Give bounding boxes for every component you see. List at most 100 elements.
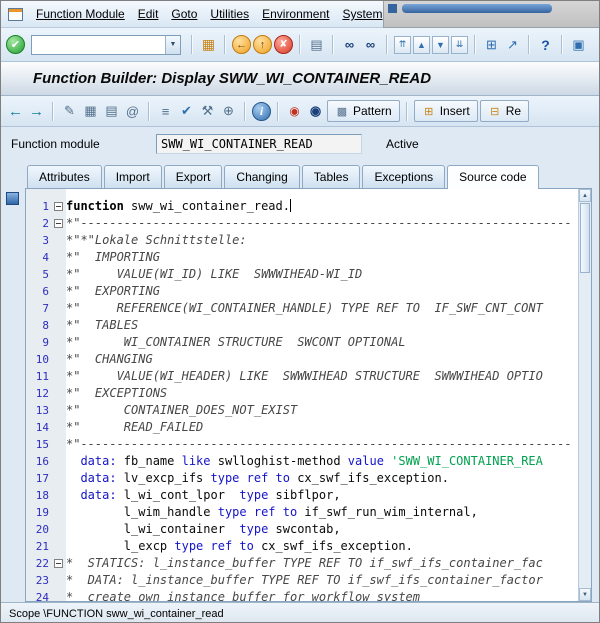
enter-icon[interactable]: ✔ — [6, 35, 25, 54]
breakpoint-icon[interactable]: ◉ — [285, 102, 304, 121]
code-line-3[interactable]: 3*"*"Lokale Schnittstelle: — [26, 232, 578, 249]
code-text: *" VALUE(WI_HEADER) LIKE SWWWIHEAD STRUC… — [66, 368, 578, 385]
fold-gutter — [52, 572, 66, 589]
code-line-11[interactable]: 11*" VALUE(WI_HEADER) LIKE SWWWIHEAD STR… — [26, 368, 578, 385]
replace-button[interactable]: ⊟Re — [480, 100, 529, 122]
code-line-21[interactable]: 21 l_excp type ref to cx_swf_ifs_excepti… — [26, 538, 578, 555]
code-line-18[interactable]: 18 data: l_wi_cont_lpor type sibflpor, — [26, 487, 578, 504]
tab-import[interactable]: Import — [104, 165, 162, 188]
last-page-icon[interactable]: ⇊ — [451, 36, 468, 54]
scroll-up-icon[interactable] — [579, 189, 591, 202]
code-line-20[interactable]: 20 l_wi_container type swcontab, — [26, 521, 578, 538]
display-change-icon[interactable]: ✎ — [60, 102, 79, 121]
code-line-4[interactable]: 4*" IMPORTING — [26, 249, 578, 266]
code-line-22[interactable]: 22* STATICS: l_instance_buffer TYPE REF … — [26, 555, 578, 572]
print-icon[interactable]: ▤ — [307, 35, 326, 54]
tab-exceptions[interactable]: Exceptions — [362, 165, 445, 188]
info-icon[interactable]: i — [252, 102, 271, 121]
shortcut-icon[interactable]: ↗ — [503, 35, 522, 54]
code-line-15[interactable]: 15*"------------------------------------… — [26, 436, 578, 453]
code-area[interactable]: 1function sww_wi_container_read.2*"-----… — [26, 189, 578, 601]
fold-collapse-icon[interactable] — [52, 198, 66, 215]
line-number: 21 — [26, 538, 52, 555]
code-line-14[interactable]: 14*" READ_FAILED — [26, 419, 578, 436]
enhancement-icon[interactable]: ⊕ — [219, 102, 238, 121]
code-line-8[interactable]: 8*" TABLES — [26, 317, 578, 334]
line-number: 2 — [26, 215, 52, 232]
tab-attributes[interactable]: Attributes — [27, 165, 102, 188]
line-number: 10 — [26, 351, 52, 368]
watchpoint-icon[interactable]: ◉ — [306, 102, 325, 121]
code-line-9[interactable]: 9*" WI_CONTAINER STRUCTURE SWCONT OPTION… — [26, 334, 578, 351]
code-line-7[interactable]: 7*" REFERENCE(WI_CONTAINER_HANDLE) TYPE … — [26, 300, 578, 317]
tab-tables[interactable]: Tables — [302, 165, 361, 188]
code-line-19[interactable]: 19 l_wim_handle type ref to if_swf_run_w… — [26, 504, 578, 521]
function-module-field[interactable] — [156, 134, 362, 154]
code-line-5[interactable]: 5*" VALUE(WI_ID) LIKE SWWWIHEAD-WI_ID — [26, 266, 578, 283]
nav-forward-icon[interactable]: → — [27, 102, 46, 121]
object-list-icon[interactable]: ▦ — [81, 102, 100, 121]
code-line-12[interactable]: 12*" EXCEPTIONS — [26, 385, 578, 402]
test-icon[interactable]: ⚒ — [198, 102, 217, 121]
line-number: 15 — [26, 436, 52, 453]
code-token — [66, 454, 80, 468]
menu-edit[interactable]: Edit — [138, 7, 159, 21]
line-number: 8 — [26, 317, 52, 334]
new-session-icon[interactable]: ⊞ — [482, 35, 501, 54]
where-used-icon[interactable]: @ — [123, 102, 142, 121]
insert-button[interactable]: ⊞Insert — [414, 100, 478, 122]
menu-environment[interactable]: Environment — [262, 7, 329, 21]
fold-gutter — [52, 419, 66, 436]
code-line-1[interactable]: 1function sww_wi_container_read. — [26, 198, 578, 215]
customize-layout-icon[interactable]: ▣ — [569, 35, 588, 54]
scroll-down-icon[interactable] — [579, 588, 591, 601]
code-line-13[interactable]: 13*" CONTAINER_DOES_NOT_EXIST — [26, 402, 578, 419]
exit-icon[interactable]: ↑ — [253, 35, 272, 54]
fold-gutter — [52, 538, 66, 555]
code-line-6[interactable]: 6*" EXPORTING — [26, 283, 578, 300]
find-icon[interactable]: ∞ — [340, 35, 359, 54]
code-line-16[interactable]: 16 data: fb_name like swlloghist-method … — [26, 453, 578, 470]
tab-changing[interactable]: Changing — [224, 165, 299, 188]
code-token: l_wim_handle — [66, 505, 218, 519]
code-text: data: fb_name like swlloghist-method val… — [66, 453, 578, 470]
window-menu-icon[interactable] — [8, 8, 23, 21]
command-input[interactable] — [32, 36, 165, 54]
help-icon[interactable]: ? — [536, 35, 555, 54]
menu-function-module[interactable]: Function Module — [36, 7, 125, 21]
check-icon[interactable]: ✔ — [177, 102, 196, 121]
tab-export[interactable]: Export — [164, 165, 223, 188]
fold-gutter — [52, 317, 66, 334]
menu-utilities[interactable]: Utilities — [210, 7, 249, 21]
cancel-icon[interactable]: ✘ — [274, 35, 293, 54]
code-line-17[interactable]: 17 data: lv_excp_ifs type ref to cx_swf_… — [26, 470, 578, 487]
back-icon[interactable]: ← — [232, 35, 251, 54]
first-page-icon[interactable]: ⇈ — [394, 36, 411, 54]
previous-page-icon[interactable]: ▲ — [413, 36, 430, 54]
title-bar: Function Builder: Display SWW_WI_CONTAIN… — [1, 62, 599, 96]
code-text: *" IMPORTING — [66, 249, 578, 266]
menu-system[interactable]: System — [342, 7, 382, 21]
pattern-button[interactable]: ▩Pattern — [327, 100, 400, 122]
tab-source-code[interactable]: Source code — [447, 165, 538, 189]
line-number: 14 — [26, 419, 52, 436]
navigation-panel-icon[interactable] — [6, 192, 19, 205]
fold-collapse-icon[interactable] — [52, 215, 66, 232]
save-icon[interactable]: ▦ — [199, 35, 218, 54]
copy-icon[interactable]: ▤ — [102, 102, 121, 121]
code-line-2[interactable]: 2*"-------------------------------------… — [26, 215, 578, 232]
menu-goto[interactable]: Goto — [171, 7, 197, 21]
editor-scrollbar[interactable] — [578, 189, 591, 601]
command-history-icon[interactable] — [165, 36, 180, 54]
next-page-icon[interactable]: ▼ — [432, 36, 449, 54]
nav-back-icon[interactable]: ← — [6, 102, 25, 121]
fold-collapse-icon[interactable] — [52, 555, 66, 572]
code-token: l_excp — [66, 539, 174, 553]
code-line-10[interactable]: 10 *" CHANGING — [26, 351, 578, 368]
pretty-printer-icon[interactable]: ≡ — [156, 102, 175, 121]
find-next-icon[interactable]: ∞ — [361, 35, 380, 54]
code-text: *" CHANGING — [66, 351, 578, 368]
code-line-24[interactable]: 24* create own instance buffer for workf… — [26, 589, 578, 601]
scrollbar-thumb[interactable] — [580, 203, 590, 273]
code-line-23[interactable]: 23* DATA: l_instance_buffer TYPE REF TO … — [26, 572, 578, 589]
